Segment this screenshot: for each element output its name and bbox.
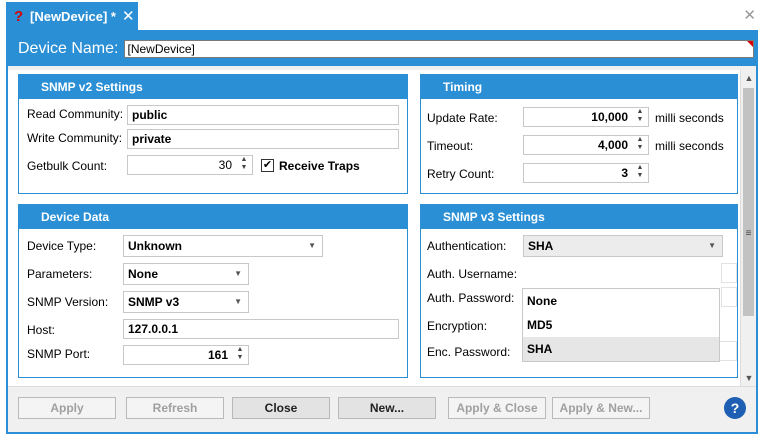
chevron-down-icon: ▼ [234, 269, 242, 278]
device-type-label: Device Type: [27, 239, 97, 253]
dropdown-option-selected[interactable]: SHA [523, 337, 719, 361]
snmp-v2-title: SNMP v2 Settings [19, 75, 407, 99]
update-rate-label: Update Rate: [427, 111, 498, 125]
parameters-select[interactable]: None ▼ [123, 263, 249, 285]
chevron-down-icon: ▼ [308, 241, 316, 250]
write-community-label: Write Community: [27, 131, 123, 145]
timeout-label: Timeout: [427, 139, 474, 153]
getbulk-count-label: Getbulk Count: [27, 159, 108, 173]
snmp-version-select[interactable]: SNMP v3 ▼ [123, 291, 249, 313]
authentication-label: Authentication: [427, 239, 507, 253]
read-community-label: Read Community: [27, 107, 124, 121]
retry-count-value: 3 [621, 166, 628, 180]
write-community-input[interactable]: private [127, 129, 399, 149]
snmp-port-value: 161 [207, 348, 228, 362]
encryption-label: Encryption: [427, 319, 488, 333]
chevron-down-icon: ▼ [708, 241, 716, 250]
getbulk-count-stepper[interactable]: 30 ▲ ▼ [127, 155, 253, 175]
dropdown-option[interactable]: MD5 [523, 313, 719, 337]
tab-new-device[interactable]: ? [NewDevice] * ✕ [6, 2, 138, 30]
spinner-arrows-icon[interactable]: ▲ ▼ [234, 346, 246, 364]
close-icon[interactable]: ✕ [122, 7, 135, 25]
window-close-icon[interactable]: ✕ [743, 6, 756, 24]
device-data-title: Device Data [19, 205, 407, 229]
enc-password-label: Enc. Password: [427, 345, 511, 359]
parameters-value: None [128, 267, 158, 281]
retry-count-stepper[interactable]: 3 ▲ ▼ [523, 163, 649, 183]
authentication-select[interactable]: SHA ▼ [523, 235, 723, 257]
device-type-select[interactable]: Unknown ▼ [123, 235, 323, 257]
apply-new-button[interactable]: Apply & New... [552, 397, 650, 419]
device-name-label: Device Name: [18, 40, 119, 57]
auth-username-input[interactable] [721, 263, 737, 283]
refresh-button[interactable]: Refresh [126, 397, 224, 419]
auth-username-label: Auth. Username: [427, 267, 518, 281]
scroll-up-icon[interactable]: ▲ [741, 70, 757, 86]
parameters-label: Parameters: [27, 267, 93, 281]
host-label: Host: [27, 323, 56, 337]
update-rate-stepper[interactable]: 10,000 ▲ ▼ [523, 107, 649, 127]
authentication-value: SHA [528, 239, 554, 253]
scroll-down-icon[interactable]: ▼ [741, 370, 757, 386]
button-bar: Apply Refresh Close New... Apply & Close… [8, 386, 756, 432]
dropdown-option[interactable]: None [523, 289, 719, 313]
tab-title: [NewDevice] * [30, 8, 116, 24]
spinner-arrows-icon[interactable]: ▲ ▼ [634, 136, 646, 154]
auth-password-input[interactable] [721, 287, 737, 307]
spinner-arrows-icon[interactable]: ▲ ▼ [238, 156, 250, 174]
authentication-dropdown: None MD5 SHA [522, 288, 720, 362]
question-mark-icon: ? [14, 7, 24, 25]
apply-close-button[interactable]: Apply & Close [448, 397, 546, 419]
tab-strip: ? [NewDevice] * ✕ ✕ [0, 0, 764, 30]
spinner-arrows-icon[interactable]: ▲ ▼ [634, 164, 646, 182]
scrollbar-thumb[interactable] [743, 88, 754, 316]
receive-traps-label: Receive Traps [279, 159, 360, 173]
snmp-v2-group: SNMP v2 Settings Read Community: public … [18, 74, 408, 194]
getbulk-count-value: 30 [218, 158, 232, 172]
receive-traps-checkbox[interactable]: ✔ [261, 159, 274, 172]
grip-icon: ≡ [745, 228, 752, 239]
vertical-scrollbar[interactable]: ▲ ≡ ▼ [740, 70, 756, 386]
spinner-arrows-icon[interactable]: ▲ ▼ [634, 108, 646, 126]
read-community-input[interactable]: public [127, 105, 399, 125]
snmp-v3-title: SNMP v3 Settings [421, 205, 737, 229]
new-button[interactable]: New... [338, 397, 436, 419]
snmp-version-value: SNMP v3 [128, 295, 180, 309]
device-editor: Device Name: [NewDevice] SNMP v2 Setting… [6, 30, 758, 434]
chevron-down-icon: ▼ [234, 297, 242, 306]
timing-title: Timing [421, 75, 737, 99]
update-rate-value: 10,000 [591, 110, 628, 124]
device-type-value: Unknown [128, 239, 182, 253]
snmp-port-stepper[interactable]: 161 ▲ ▼ [123, 345, 249, 365]
auth-password-label: Auth. Password: [427, 291, 515, 305]
settings-panel: SNMP v2 Settings Read Community: public … [8, 70, 756, 386]
timing-group: Timing Update Rate: 10,000 ▲ ▼ milli seco… [420, 74, 738, 194]
close-button[interactable]: Close [232, 397, 330, 419]
apply-button[interactable]: Apply [18, 397, 116, 419]
help-icon[interactable]: ? [724, 397, 746, 419]
snmp-port-label: SNMP Port: [27, 347, 91, 361]
device-name-input[interactable]: [NewDevice] [124, 40, 755, 58]
update-rate-unit: milli seconds [655, 111, 724, 125]
timeout-stepper[interactable]: 4,000 ▲ ▼ [523, 135, 649, 155]
snmp-version-label: SNMP Version: [27, 295, 109, 309]
host-input[interactable]: 127.0.0.1 [123, 319, 399, 339]
device-name-bar: Device Name: [NewDevice] [8, 32, 756, 66]
retry-count-label: Retry Count: [427, 167, 495, 181]
timeout-value: 4,000 [597, 138, 628, 152]
device-data-group: Device Data Device Type: Unknown ▼ Param… [18, 204, 408, 378]
timeout-unit: milli seconds [655, 139, 724, 153]
